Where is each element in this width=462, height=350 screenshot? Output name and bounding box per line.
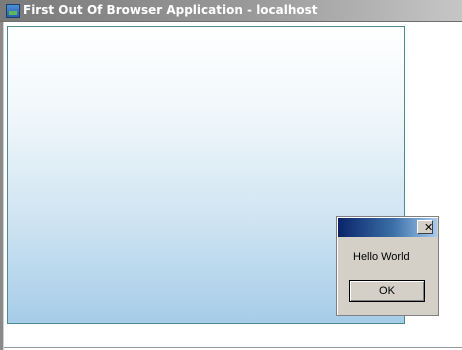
ok-button[interactable]: OK: [349, 280, 425, 302]
app-icon[interactable]: [6, 4, 20, 18]
dialog-message: Hello World: [353, 251, 410, 263]
window-left-border: [0, 22, 4, 350]
dialog-titlebar[interactable]: ✕: [338, 218, 437, 237]
window-bottom-border: [4, 347, 462, 348]
app-window: First Out Of Browser Application - local…: [0, 0, 462, 350]
message-box-dialog: ✕ Hello World OK: [336, 216, 439, 316]
close-icon[interactable]: ✕: [417, 220, 433, 234]
window-titlebar[interactable]: First Out Of Browser Application - local…: [0, 0, 462, 22]
window-title: First Out Of Browser Application - local…: [23, 3, 318, 17]
